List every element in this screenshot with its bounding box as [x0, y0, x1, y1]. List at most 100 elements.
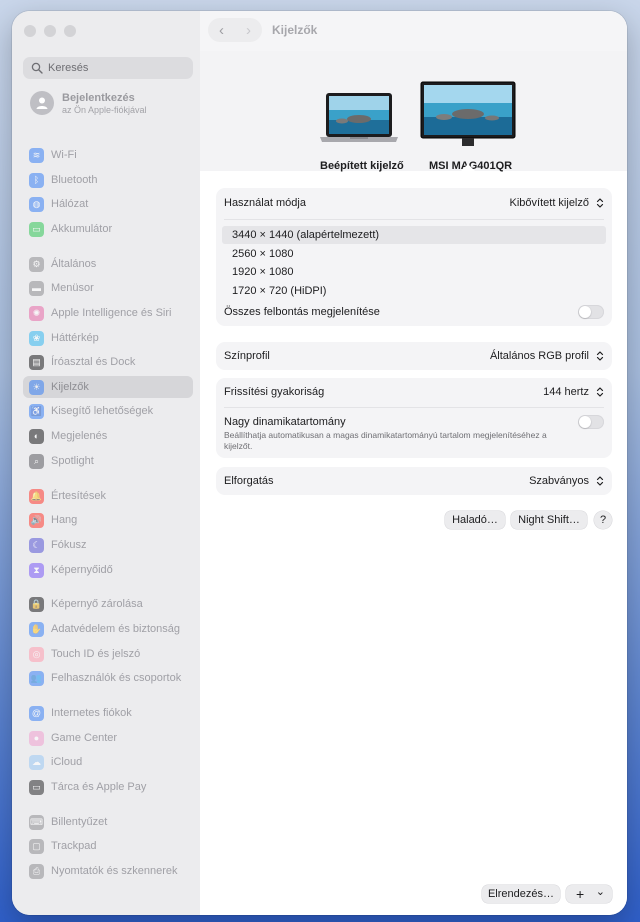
sidebar-item[interactable]: ▭ Akkumulátor — [23, 218, 193, 240]
sidebar-item-label: Íróasztal és Dock — [51, 356, 136, 368]
sidebar-item-label: Game Center — [51, 732, 118, 744]
color-profile-select[interactable]: Általános RGB profil — [490, 350, 604, 362]
rotation-select[interactable]: Szabványos — [529, 475, 604, 487]
forward-chevron-icon[interactable]: › — [246, 22, 251, 39]
sidebar-item-label: Adatvédelem és biztonság — [51, 623, 181, 635]
sidebar-item-label: Wi-Fi — [51, 149, 77, 161]
monitor-icon — [420, 81, 516, 146]
sidebar-item[interactable]: @ Internetes fiókok — [23, 702, 193, 724]
builtin-display-label[interactable]: Beépített kijelző — [320, 160, 404, 172]
resolution-label: 2560 × 1080 — [232, 248, 294, 260]
sidebar-item[interactable]: ◐ Megjelenés — [23, 425, 193, 447]
show-all-resolutions-toggle[interactable] — [578, 305, 604, 319]
sidebar-item-label: Általános — [51, 258, 97, 270]
game-center-icon: ● — [29, 730, 44, 746]
sidebar-item[interactable]: 🔊 Hang — [23, 509, 193, 531]
display-brightness-icon: ☀ — [29, 379, 44, 395]
sidebar-item[interactable]: ᛒ Bluetooth — [23, 169, 193, 191]
refresh-rate-value: 144 hertz — [543, 386, 589, 398]
night-shift-button[interactable]: Night Shift… — [511, 511, 587, 529]
search-field[interactable]: Keresés — [23, 57, 193, 79]
hdr-label: Nagy dinamikatartomány — [224, 416, 346, 428]
resolution-option[interactable]: 1720 × 720 (HiDPI) — [222, 282, 606, 300]
hdr-description: Beállíthatja automatikusan a magas dinam… — [224, 430, 547, 451]
accessibility-icon: ♿ — [29, 403, 44, 419]
sidebar-item-label: Felhasználók és csoportok — [51, 672, 182, 684]
sidebar-item-label: Menüsor — [51, 282, 94, 294]
hdr-row: Nagy dinamikatartomány — [224, 415, 604, 429]
keyboard-icon: ⌨ — [29, 814, 44, 830]
icloud-icon: ☁ — [29, 754, 44, 770]
privacy-hand-icon: ✋ — [29, 621, 44, 637]
zoom-window-button[interactable] — [64, 25, 76, 37]
sidebar-item-label: Spotlight — [51, 455, 94, 467]
sidebar-item[interactable]: ▤ Íróasztal és Dock — [23, 351, 193, 373]
resolution-option[interactable]: 3440 × 1440 (alapértelmezett) — [222, 226, 606, 244]
sidebar-item[interactable]: ⚙ Általános — [23, 253, 193, 275]
wifi-icon: ≋ — [29, 147, 44, 163]
sidebar-item-label: Háttérkép — [51, 332, 99, 344]
color-profile-label: Színprofil — [224, 350, 270, 362]
sidebar-item[interactable]: ❀ Háttérkép — [23, 327, 193, 349]
sidebar-item[interactable]: 👥 Felhasználók és csoportok — [23, 667, 193, 689]
account-signin[interactable]: Bejelentkezés az Ön Apple-fiókjával — [30, 91, 147, 115]
refresh-rate-row: Frissítési gyakoriság 144 hertz — [224, 382, 604, 402]
sidebar-item[interactable]: ● Game Center — [23, 727, 193, 749]
sidebar-item[interactable]: ⎙ Nyomtatók és szkennerek — [23, 860, 193, 882]
appearance-icon: ◐ — [29, 428, 44, 444]
help-button[interactable]: ? — [594, 511, 612, 529]
sidebar-item[interactable]: ☁ iCloud — [23, 751, 193, 773]
minimize-window-button[interactable] — [44, 25, 56, 37]
wallet-icon: ▭ — [29, 779, 44, 795]
sidebar-item[interactable]: ⌕ Spotlight — [23, 450, 193, 472]
trackpad-icon: ▢ — [29, 838, 44, 854]
builtin-display-image[interactable] — [320, 93, 400, 153]
sidebar-item-label: Nyomtatók és szkennerek — [51, 865, 178, 877]
usage-mode-select[interactable]: Kibővített kijelző — [510, 197, 604, 209]
add-display-menu[interactable]: + ⌄ — [566, 885, 612, 903]
sidebar-item[interactable]: ✺ Apple Intelligence és Siri — [23, 302, 193, 324]
divider — [224, 219, 604, 220]
resolution-card: Használat módja Kibővített kijelző 3440 … — [216, 188, 612, 326]
focus-moon-icon: ☾ — [29, 537, 44, 553]
sidebar-item[interactable]: ▭ Tárca és Apple Pay — [23, 776, 193, 798]
resolution-option[interactable]: 2560 × 1080 — [222, 245, 606, 263]
plus-icon: + — [576, 886, 585, 902]
close-window-button[interactable] — [24, 25, 36, 37]
sidebar-item-label: Értesítések — [51, 490, 107, 502]
sidebar-item[interactable]: ⧗ Képernyőidő — [23, 559, 193, 581]
sidebar-item-label: Képernyő zárolása — [51, 598, 143, 610]
resolution-label: 3440 × 1440 (alapértelmezett) — [232, 229, 380, 241]
main-pane: ‹ › Kijelzők Beépített kijelző MSI MAG40… — [200, 11, 627, 915]
page-title: Kijelzők — [272, 23, 318, 37]
sidebar-item[interactable]: ◎ Touch ID és jelszó — [23, 643, 193, 665]
users-icon: 👥 — [29, 670, 44, 686]
color-profile-value: Általános RGB profil — [489, 350, 589, 362]
advanced-button[interactable]: Haladó… — [445, 511, 505, 529]
refresh-rate-select[interactable]: 144 hertz — [543, 386, 604, 398]
sidebar-item[interactable]: 🔒 Képernyő zárolása — [23, 593, 193, 615]
sidebar-item[interactable]: ≋ Wi-Fi — [23, 144, 193, 166]
sidebar-item[interactable]: 🔔 Értesítések — [23, 485, 193, 507]
sidebar-item[interactable]: ▢ Trackpad — [23, 835, 193, 857]
external-display-image[interactable] — [420, 81, 516, 160]
sidebar-item[interactable]: ♿ Kisegítő lehetőségek — [23, 400, 193, 422]
back-chevron-icon[interactable]: ‹ — [219, 22, 224, 39]
arrange-button[interactable]: Elrendezés… — [482, 885, 560, 903]
sidebar-item[interactable]: ◍ Hálózat — [23, 193, 193, 215]
hdr-toggle[interactable] — [578, 415, 604, 429]
sidebar-item[interactable]: ⌨ Billentyűzet — [23, 811, 193, 833]
sidebar-item-label: Hang — [51, 514, 78, 526]
sidebar-item-label: Billentyűzet — [51, 816, 108, 828]
color-profile-row: Színprofil Általános RGB profil — [224, 346, 604, 366]
sidebar-item-label: Hálózat — [51, 198, 89, 210]
rotation-card: Elforgatás Szabványos — [216, 467, 612, 495]
resolution-option[interactable]: 1920 × 1080 — [222, 263, 606, 281]
sidebar-item[interactable]: ☾ Fókusz — [23, 534, 193, 556]
sidebar-item[interactable]: ▬ Menüsor — [23, 277, 193, 299]
battery-icon: ▭ — [29, 221, 44, 237]
sidebar-item[interactable]: ✋ Adatvédelem és biztonság — [23, 618, 193, 640]
account-title: Bejelentkezés — [62, 91, 135, 104]
sidebar-item-label: Apple Intelligence és Siri — [51, 307, 172, 319]
sidebar-item[interactable]: ☀ Kijelzők — [23, 376, 193, 398]
